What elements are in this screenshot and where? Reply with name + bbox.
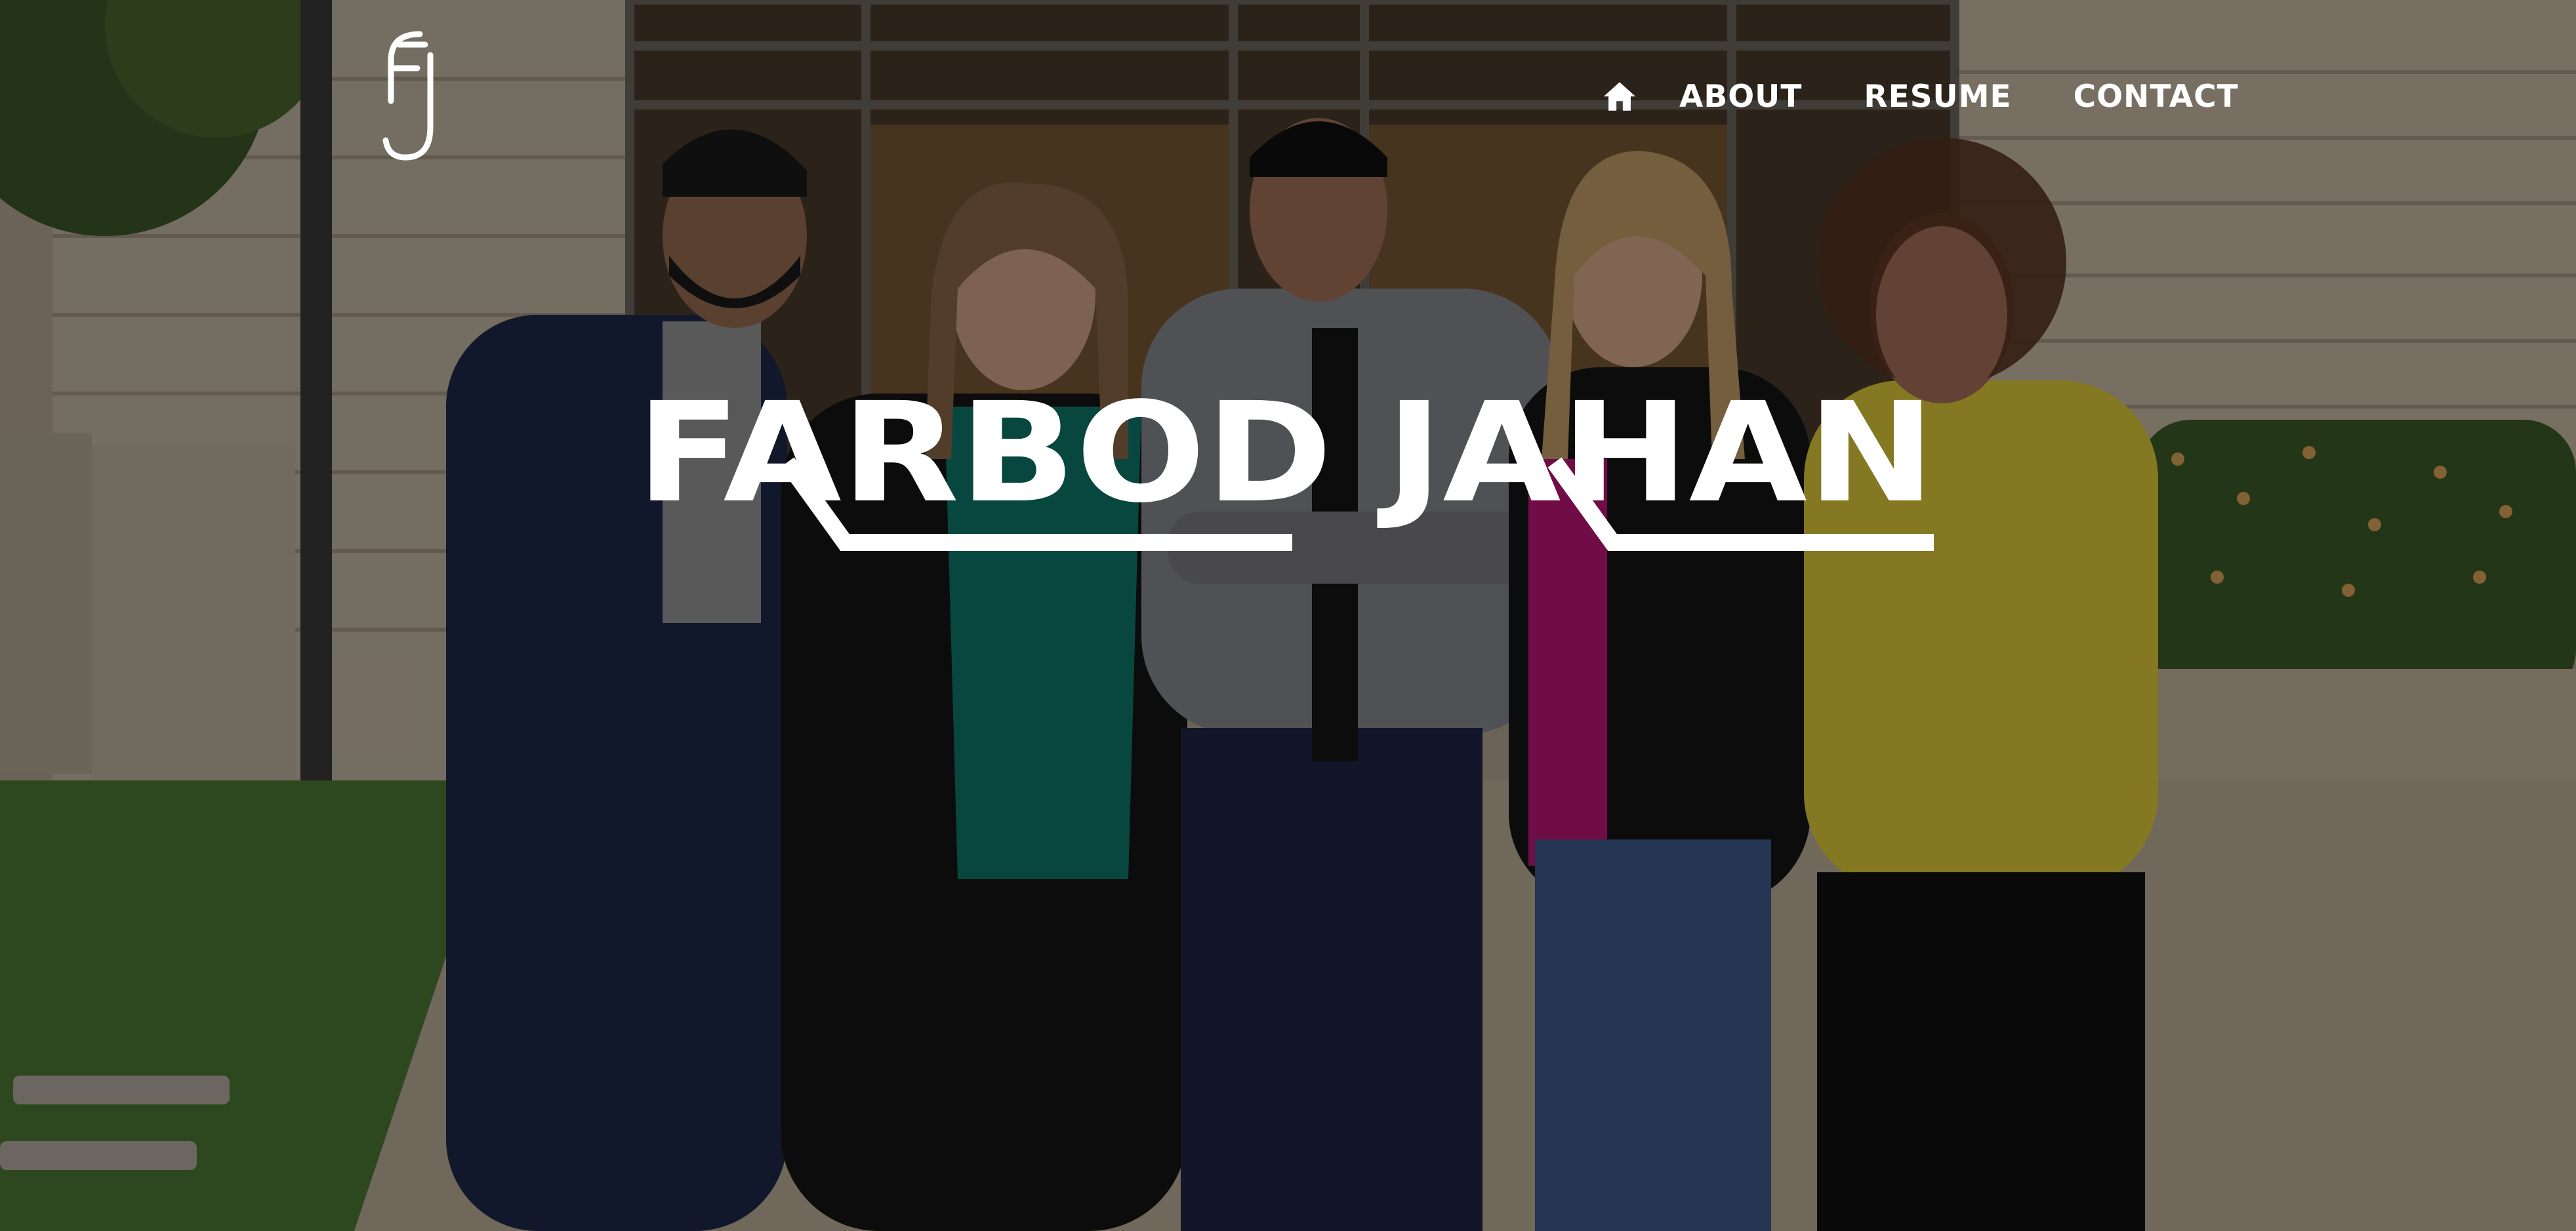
nav-contact-link[interactable]: CONTACT: [2074, 79, 2239, 115]
hero-dark-overlay: [0, 0, 2576, 1231]
hero-title-wordmark: FARBOD JAHAN: [636, 373, 1948, 551]
nav-about-link[interactable]: ABOUT: [1679, 79, 1802, 115]
nav-resume-link[interactable]: RESUME: [1864, 79, 2011, 115]
fj-monogram-logo-icon[interactable]: [379, 29, 442, 164]
main-navigation: ABOUT RESUME CONTACT: [1601, 73, 2239, 119]
home-icon[interactable]: [1601, 77, 1639, 115]
